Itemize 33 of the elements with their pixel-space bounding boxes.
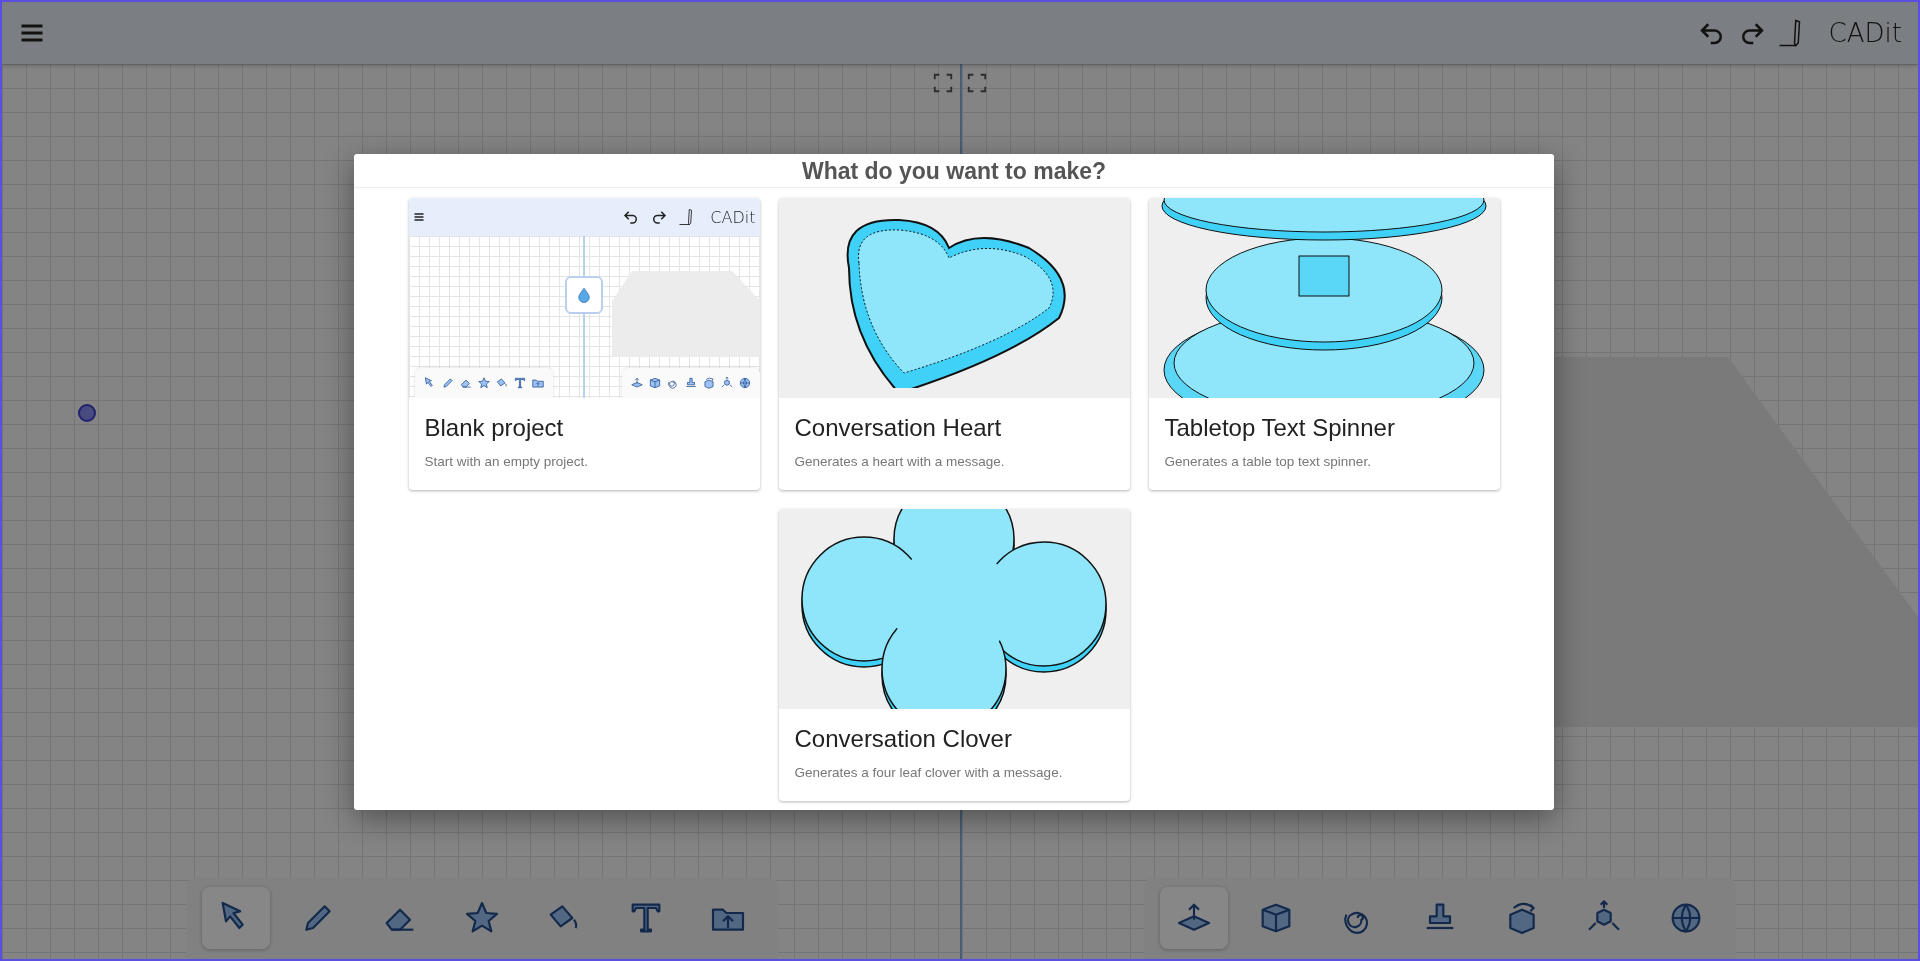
fit-view-icon[interactable] bbox=[932, 72, 954, 94]
app-title: CADit bbox=[1828, 18, 1902, 48]
dialog-title: What do you want to make? bbox=[354, 154, 1554, 188]
menu-icon bbox=[412, 211, 425, 223]
card-description: Start with an empty project. bbox=[424, 454, 590, 469]
rotate-icon bbox=[701, 376, 716, 390]
preview-app-title: CADit bbox=[710, 207, 756, 227]
drop-icon bbox=[564, 276, 603, 314]
tool-button[interactable] bbox=[202, 887, 270, 949]
text-icon bbox=[512, 376, 527, 390]
template-card[interactable]: Tabletop Text Spinner Generates a table top text spinner. bbox=[1148, 198, 1500, 490]
box-icon bbox=[647, 376, 662, 390]
folder-icon bbox=[530, 376, 545, 390]
bucket-icon bbox=[494, 376, 509, 390]
handle-dot[interactable] bbox=[78, 404, 96, 422]
card-title: Tabletop Text Spinner bbox=[1164, 414, 1396, 442]
card-description: Generates a heart with a message. bbox=[794, 454, 1006, 469]
fit-view-icon[interactable] bbox=[966, 72, 988, 94]
template-card[interactable]: Conversation Heart Generates a heart with a message. bbox=[778, 198, 1130, 490]
card-title: Conversation Heart bbox=[794, 414, 1003, 442]
tool-button[interactable] bbox=[1160, 887, 1228, 949]
redo-icon[interactable] bbox=[650, 208, 669, 226]
sphere-icon bbox=[737, 376, 752, 390]
pencil-icon bbox=[440, 376, 455, 390]
card-title: Conversation Clover bbox=[794, 725, 1013, 753]
stamp-icon bbox=[683, 376, 698, 390]
card-description: Generates a table top text spinner. bbox=[1164, 454, 1372, 469]
template-card[interactable]: Conversation Clover Generates a four leaf clover with a message. bbox=[778, 509, 1130, 801]
card-description: Generates a four leaf clover with a message. bbox=[794, 765, 1064, 780]
extrude-icon bbox=[629, 376, 644, 390]
card-title: Blank project bbox=[424, 414, 565, 442]
explode-icon bbox=[719, 376, 734, 390]
star-icon bbox=[476, 376, 491, 390]
